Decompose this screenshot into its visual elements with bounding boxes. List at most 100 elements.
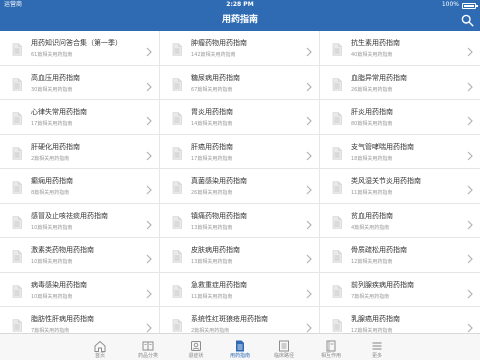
tab-home[interactable]: 首页 [80,334,120,360]
chevron-right-icon [467,77,473,91]
guide-item[interactable]: 类风湿关节炎用药指南 11篇相关用药指南 [320,169,480,204]
guide-item[interactable]: 前列腺疾病用药指南 7篇相关用药指南 [320,272,480,307]
document-icon [12,76,22,91]
guide-item-count: 80篇相关用药指南 [351,121,393,127]
guide-item-name: 真菌感染用药指南 [191,177,247,185]
tab-category[interactable]: 药品分类 [128,334,168,360]
document-icon [172,145,182,160]
status-time: 2:28 PM [226,1,254,8]
chevron-right-icon [306,42,312,57]
guide-item[interactable]: 支气管哮喘用药指南 18篇相关用药指南 [320,134,480,169]
document-icon [12,317,22,332]
guide-item[interactable]: 肝硬化用药指南 2篇相关用药指南 [0,134,160,169]
guide-item[interactable]: 骨质疏松用药指南 12篇相关用药指南 [320,238,480,273]
nav-bar: 用药指南 [0,10,480,31]
tab-menu[interactable]: 更多 [357,334,397,360]
tab-user[interactable]: 退症状 [176,334,216,360]
chevron-right-icon [306,77,312,91]
document-icon [172,41,182,56]
document-icon [332,145,342,160]
book-icon [325,337,337,352]
guide-item-count: 11篇相关用药指南 [351,190,393,196]
chevron-right-icon [146,77,152,91]
guide-item[interactable]: 贫血用药指南 4篇相关用药指南 [320,203,480,238]
document-icon [172,179,182,194]
guide-item[interactable]: 真菌感染用药指南 26篇相关用药指南 [160,169,320,204]
home-icon [94,337,106,352]
guide-item-name: 癫痫用药指南 [31,177,73,185]
search-icon[interactable] [461,14,474,27]
chevron-right-icon [146,111,152,126]
guide-item[interactable]: 心律失常用药指南 17篇相关用药指南 [0,100,160,135]
chevron-right-icon [306,146,312,160]
guide-item-name: 肿瘤药物用药指南 [191,39,247,47]
guide-item[interactable]: 急救重症用药指南 11篇相关用药指南 [160,272,320,307]
guide-item[interactable]: 抗生素用药指南 40篇相关用药指南 [320,31,480,66]
chevron-right-icon [467,180,473,195]
tab-label: 更多 [371,353,382,359]
guide-item-count: 26篇相关用药指南 [351,86,393,93]
tab-label: 临床路径 [273,353,294,359]
document-icon [234,337,246,352]
document-icon [12,41,22,56]
guide-item-name: 感冒及止咳祛痰用药指南 [31,211,108,220]
battery-percent: 100% [441,1,459,8]
chevron-right-icon [146,284,152,298]
chevron-right-icon [467,111,473,126]
chevron-right-icon [306,215,312,229]
guide-item-count: 61篇相关用药指南 [31,52,73,58]
guide-item-count: 67篇相关用药指南 [191,86,233,93]
guide-item-name: 皮肤病用药指南 [191,246,240,254]
tab-label: 退症状 [188,353,204,359]
document-icon [332,317,342,332]
guide-item-name: 病毒感染用药指南 [31,280,87,289]
guide-item-count: 14篇相关用药指南 [191,121,233,127]
guide-item-name: 抗生素用药指南 [351,39,400,47]
document-icon [332,76,342,91]
guide-item-name: 血脂异常用药指南 [351,73,407,82]
guide-item[interactable]: 病毒感染用药指南 10篇相关用药指南 [0,272,160,307]
chevron-right-icon [306,111,312,126]
document-icon [172,317,182,332]
guide-item[interactable]: 糖尿病用药指南 67篇相关用药指南 [160,65,320,100]
tab-book[interactable]: 相互作用 [311,334,351,360]
guide-item[interactable]: 镇痛药物用药指南 13篇相关用药指南 [160,203,320,238]
guide-item-count: 26篇相关用药指南 [191,190,233,196]
guide-item[interactable]: 癫痫用药指南 8篇相关用药指南 [0,169,160,204]
guide-item-name: 类风湿关节炎用药指南 [351,177,421,185]
tab-document[interactable]: 用药指南 [220,334,260,360]
guide-item[interactable]: 血脂异常用药指南 26篇相关用药指南 [320,65,480,100]
guide-item-name: 糖尿病用药指南 [191,73,240,82]
guide-item-count: 13篇相关用药指南 [191,224,233,231]
guide-grid: 用药知识问答合集（第一季） 61篇相关用药指南 肿瘤药物用药指南 142篇相关用药指南… [0,31,480,333]
guide-item-count: 18篇相关用药指南 [351,155,393,162]
guide-item-count: 2篇相关用药指南 [31,155,70,162]
guide-item[interactable]: 肝炎用药指南 80篇相关用药指南 [320,100,480,135]
document-icon [12,283,22,298]
tab-bar: 首页 药品分类 退症状 用药指南 临床路径 相互作用 更多 [0,333,480,360]
guide-item[interactable]: 用药知识问答合集（第一季） 61篇相关用药指南 [0,31,160,66]
guide-item[interactable]: 脂肪性肝病用药指南 7篇相关用药指南 [0,307,160,333]
guide-item-name: 支气管哮喘用药指南 [351,142,414,151]
battery-icon [462,3,478,9]
guide-item[interactable]: 皮肤病用药指南 13篇相关用药指南 [160,238,320,273]
guide-item-count: 17篇相关用药指南 [191,155,233,162]
guide-item[interactable]: 感冒及止咳祛痰用药指南 10篇相关用药指南 [0,203,160,238]
guide-item-count: 8篇相关用药指南 [31,190,70,196]
guide-item[interactable]: 乳腺癌用药指南 12篇相关用药指南 [320,307,480,333]
guide-item[interactable]: 胃炎用药指南 14篇相关用药指南 [160,100,320,135]
guide-item-name: 脂肪性肝病用药指南 [31,315,94,323]
tab-list[interactable]: 临床路径 [264,334,304,360]
guide-item-name: 胃炎用药指南 [191,108,233,116]
guide-item[interactable]: 系统性红斑狼疮用药指南 2篇相关用药指南 [160,307,320,333]
menu-icon [371,337,383,350]
status-right: 100% [441,0,478,10]
guide-item[interactable]: 肿瘤药物用药指南 142篇相关用药指南 [160,31,320,66]
guide-item[interactable]: 高血压用药指南 30篇相关用药指南 [0,65,160,100]
chevron-right-icon [467,215,473,229]
document-icon [12,248,22,263]
chevron-right-icon [467,284,473,298]
chevron-right-icon [306,249,312,264]
guide-item[interactable]: 激素类药物用药指南 10篇相关用药指南 [0,238,160,273]
guide-item[interactable]: 肝癌用药指南 17篇相关用药指南 [160,134,320,169]
